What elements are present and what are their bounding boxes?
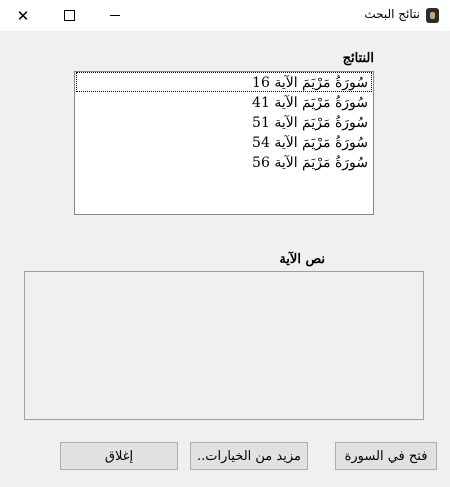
open-in-surah-button[interactable]: فتح في السورة xyxy=(335,442,437,470)
title-bar: ✕ نتائج البحث xyxy=(0,0,450,31)
more-options-button[interactable]: مزيد من الخيارات.. xyxy=(190,442,308,470)
list-item[interactable]: سُورَةُ مَرْيَمَ الآية 16 xyxy=(76,72,372,92)
maximize-icon xyxy=(63,10,75,21)
verse-text-label: نص الآية xyxy=(279,252,325,267)
minimize-icon xyxy=(110,15,120,16)
app-icon xyxy=(426,8,439,23)
list-item[interactable]: سُورَةُ مَرْيَمَ الآية 56 xyxy=(76,152,372,172)
maximize-window-button[interactable] xyxy=(46,0,92,31)
verse-text-box[interactable] xyxy=(24,271,424,420)
minimize-window-button[interactable] xyxy=(92,0,138,31)
close-window-button[interactable]: ✕ xyxy=(0,0,46,31)
list-item[interactable]: سُورَةُ مَرْيَمَ الآية 41 xyxy=(76,92,372,112)
list-item[interactable]: سُورَةُ مَرْيَمَ الآية 54 xyxy=(76,132,372,152)
close-icon: ✕ xyxy=(16,6,30,25)
list-item[interactable]: سُورَةُ مَرْيَمَ الآية 51 xyxy=(76,112,372,132)
close-button[interactable]: إغلاق xyxy=(60,442,178,470)
results-list[interactable]: سُورَةُ مَرْيَمَ الآية 16 سُورَةُ مَرْيَ… xyxy=(74,71,374,215)
results-label: النتائج xyxy=(342,51,374,66)
window-title: نتائج البحث xyxy=(364,7,420,21)
